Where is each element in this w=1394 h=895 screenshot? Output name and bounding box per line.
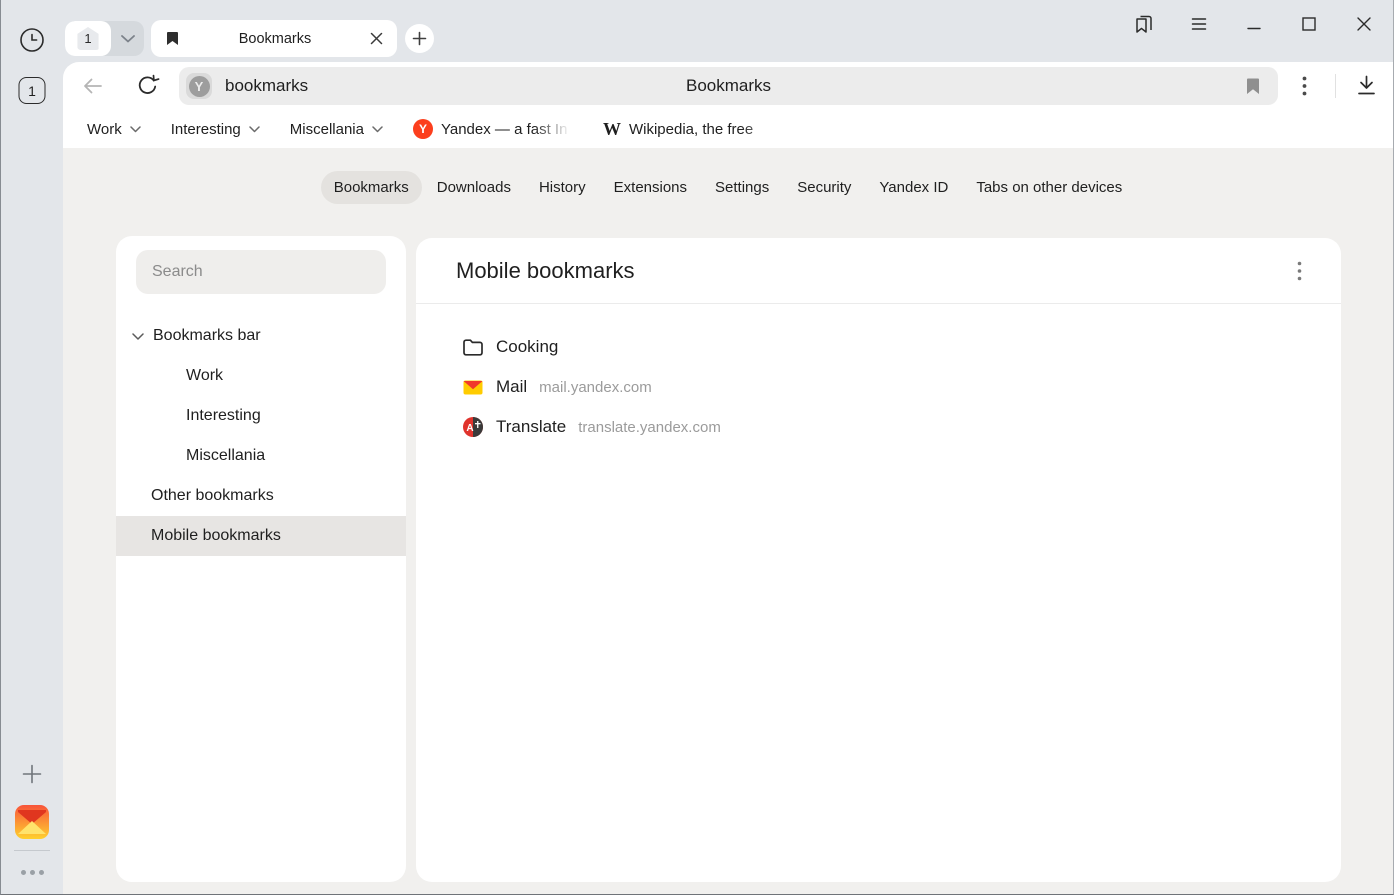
tab-counter-value: 1 bbox=[28, 83, 36, 99]
tab-group-button[interactable]: 1 bbox=[65, 21, 111, 56]
folder-label: Interesting bbox=[171, 121, 241, 138]
downloads-icon[interactable] bbox=[1353, 72, 1380, 99]
tab-security[interactable]: Security bbox=[784, 171, 864, 204]
bookmarks-bar-folder-interesting[interactable]: Interesting bbox=[171, 121, 260, 138]
bookmarks-bar-folder-work[interactable]: Work bbox=[87, 121, 141, 138]
tree-item-work[interactable]: Work bbox=[116, 356, 406, 396]
bookmarks-bar-link-yandex[interactable]: Y Yandex — a fast In bbox=[413, 119, 573, 139]
tab-group-badge: 1 bbox=[77, 27, 100, 50]
tab-bookmark-icon bbox=[164, 30, 181, 47]
folder-tree: Bookmarks bar Work Interesting Miscellan… bbox=[116, 316, 406, 556]
tab-settings[interactable]: Settings bbox=[702, 171, 782, 204]
bookmark-list: Cooking Mail mail.yandex.com bbox=[416, 304, 1341, 447]
tab-downloads[interactable]: Downloads bbox=[424, 171, 524, 204]
tab-yandex-id[interactable]: Yandex ID bbox=[866, 171, 961, 204]
svg-text:A: A bbox=[466, 423, 473, 434]
tab-extensions[interactable]: Extensions bbox=[601, 171, 700, 204]
bookmark-star-icon[interactable] bbox=[1244, 77, 1262, 95]
link-label: Wikipedia, the free bbox=[629, 121, 789, 138]
folder-label: Miscellania bbox=[290, 121, 364, 138]
browser-window: 1 1 bbox=[0, 0, 1394, 895]
page-title: Bookmarks bbox=[179, 67, 1278, 105]
rail-more-icon[interactable] bbox=[14, 864, 50, 880]
tab-history[interactable]: History bbox=[526, 171, 599, 204]
list-item-translate[interactable]: A Translate translate.yandex.com bbox=[416, 407, 1341, 447]
wikipedia-favicon-icon: W bbox=[603, 119, 621, 140]
tree-item-interesting[interactable]: Interesting bbox=[116, 396, 406, 436]
panel-kebab-menu-icon[interactable] bbox=[1287, 257, 1311, 285]
side-rail: 1 bbox=[1, 0, 63, 894]
window-close-icon[interactable] bbox=[1336, 4, 1391, 44]
window-minimize-icon[interactable] bbox=[1226, 4, 1281, 44]
bookmark-url: mail.yandex.com bbox=[539, 379, 652, 396]
tree-item-label: Miscellania bbox=[186, 447, 265, 465]
bookmark-name: Mail bbox=[496, 377, 527, 397]
history-clock-icon[interactable] bbox=[18, 26, 46, 54]
bookmark-name: Translate bbox=[496, 417, 566, 437]
tab-other-devices[interactable]: Tabs on other devices bbox=[963, 171, 1135, 204]
rail-divider bbox=[14, 850, 50, 851]
bookmarks-bar-folder-miscellania[interactable]: Miscellania bbox=[290, 121, 383, 138]
tree-item-mobile-bookmarks[interactable]: Mobile bookmarks bbox=[116, 516, 406, 556]
chevron-down-icon bbox=[372, 126, 383, 133]
tab-strip: 1 Bookmarks bbox=[63, 0, 1393, 62]
bookmarks-manager-page: Bookmarks Downloads History Extensions S… bbox=[63, 148, 1393, 894]
chevron-down-icon[interactable] bbox=[132, 333, 145, 340]
address-bar[interactable]: Y bookmarks Bookmarks bbox=[179, 67, 1278, 105]
chevron-down-icon bbox=[249, 126, 260, 133]
tree-item-miscellania[interactable]: Miscellania bbox=[116, 436, 406, 476]
rail-add-icon[interactable] bbox=[20, 762, 44, 786]
chevron-down-icon bbox=[130, 126, 141, 133]
reload-button[interactable] bbox=[134, 72, 161, 99]
bookmarks-content-panel: Mobile bookmarks Cooking bbox=[416, 238, 1341, 882]
bookmark-name: Cooking bbox=[496, 337, 558, 357]
folder-icon bbox=[462, 338, 484, 357]
tab-group-control[interactable]: 1 bbox=[65, 21, 144, 56]
search-input[interactable] bbox=[136, 250, 386, 294]
bookmarks-bar: Work Interesting Miscellania Y Yandex — … bbox=[63, 110, 1393, 148]
tree-item-label: Work bbox=[186, 367, 223, 385]
toolbar-kebab-menu-icon[interactable] bbox=[1292, 72, 1316, 100]
toolbar: Y bookmarks Bookmarks bbox=[63, 62, 1393, 110]
folder-label: Work bbox=[87, 121, 122, 138]
manager-nav-tabs: Bookmarks Downloads History Extensions S… bbox=[63, 171, 1393, 204]
panel-title: Mobile bookmarks bbox=[456, 258, 635, 284]
tree-item-other-bookmarks[interactable]: Other bookmarks bbox=[116, 476, 406, 516]
bookmark-url: translate.yandex.com bbox=[578, 419, 721, 436]
tree-item-label: Interesting bbox=[186, 407, 261, 425]
window-controls bbox=[1116, 0, 1391, 48]
tree-item-label: Bookmarks bar bbox=[153, 327, 261, 345]
tab-group-chevron-down-icon[interactable] bbox=[111, 21, 144, 56]
bookmarks-bar-link-wikipedia[interactable]: W Wikipedia, the free bbox=[603, 119, 789, 140]
folders-tree-panel: Bookmarks bar Work Interesting Miscellan… bbox=[116, 236, 406, 882]
list-item-mail[interactable]: Mail mail.yandex.com bbox=[416, 367, 1341, 407]
tree-item-label: Mobile bookmarks bbox=[151, 527, 281, 545]
menu-hamburger-icon[interactable] bbox=[1171, 4, 1226, 44]
yandex-mail-app-icon[interactable] bbox=[14, 804, 50, 840]
tab-bookmarks[interactable]: Bookmarks bbox=[321, 171, 422, 204]
toolbar-divider bbox=[1335, 74, 1336, 98]
new-tab-button[interactable] bbox=[405, 24, 434, 53]
back-button[interactable] bbox=[80, 73, 106, 99]
active-tab[interactable]: Bookmarks bbox=[151, 20, 397, 57]
bookmarks-panel-icon[interactable] bbox=[1116, 4, 1171, 44]
tree-item-label: Other bookmarks bbox=[151, 487, 274, 505]
tree-item-bookmarks-bar[interactable]: Bookmarks bar bbox=[116, 316, 406, 356]
panel-header: Mobile bookmarks bbox=[416, 238, 1341, 303]
list-item-cooking[interactable]: Cooking bbox=[416, 327, 1341, 367]
window-maximize-icon[interactable] bbox=[1281, 4, 1336, 44]
yandex-mail-favicon-icon bbox=[462, 380, 484, 395]
tab-counter-badge[interactable]: 1 bbox=[19, 77, 46, 104]
yandex-favicon-icon: Y bbox=[413, 119, 433, 139]
yandex-translate-favicon-icon: A bbox=[462, 417, 484, 437]
tab-title: Bookmarks bbox=[181, 31, 369, 47]
tab-close-icon[interactable] bbox=[369, 31, 384, 46]
browser-chrome: Y bookmarks Bookmarks bbox=[63, 62, 1393, 148]
link-label: Yandex — a fast In bbox=[441, 121, 573, 138]
